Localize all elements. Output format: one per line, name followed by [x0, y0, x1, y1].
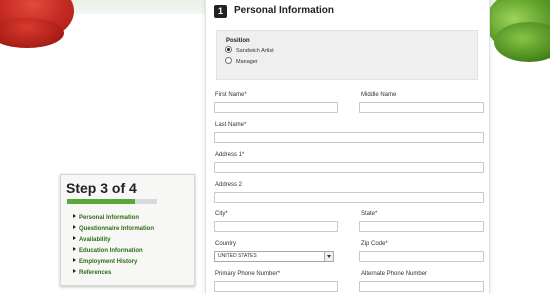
primary-phone-input[interactable]	[214, 281, 338, 292]
arrow-right-icon	[73, 225, 76, 230]
radio-button[interactable]	[225, 57, 232, 65]
position-group: Position Sandwich Artist Manager	[216, 30, 478, 80]
tomato-slice-image	[0, 18, 64, 48]
pepper-slice-image	[494, 22, 550, 62]
position-option-manager[interactable]: Manager	[225, 57, 258, 67]
step-item-questionnaire[interactable]: Questionnaire Information	[73, 224, 154, 235]
position-label: Position	[226, 38, 250, 44]
country-label: Country	[215, 241, 237, 247]
country-select[interactable]: UNITED STATES	[214, 251, 334, 262]
zip-code-label: Zip Code*	[361, 241, 388, 247]
step-list: Personal Information Questionnaire Infor…	[73, 213, 154, 279]
middle-name-input[interactable]	[359, 102, 484, 113]
form-panel: 1 Personal Information Position Sandwich…	[205, 0, 490, 294]
address1-label: Address 1*	[215, 152, 245, 158]
address1-input[interactable]	[214, 162, 484, 173]
middle-name-label: Middle Name	[361, 92, 397, 98]
arrow-right-icon	[73, 214, 76, 219]
section-number-badge: 1	[214, 5, 227, 18]
position-option-sandwich-artist[interactable]: Sandwich Artist	[225, 46, 274, 56]
radio-button-checked[interactable]	[225, 46, 232, 54]
step-progress-fill	[67, 199, 135, 204]
zip-code-input[interactable]	[359, 251, 484, 262]
step-item-references[interactable]: References	[73, 268, 154, 279]
first-name-input[interactable]	[214, 102, 338, 113]
state-input[interactable]	[359, 221, 484, 232]
step-progress-panel: Step 3 of 4 Personal Information Questio…	[60, 174, 195, 286]
city-input[interactable]	[214, 221, 338, 232]
step-item-education[interactable]: Education Information	[73, 246, 154, 257]
step-progress-bar	[67, 199, 157, 204]
arrow-right-icon	[73, 269, 76, 274]
arrow-right-icon	[73, 258, 76, 263]
first-name-label: First Name*	[215, 92, 247, 98]
step-item-availability[interactable]: Availability	[73, 235, 154, 246]
step-title: Step 3 of 4	[66, 180, 137, 196]
alternate-phone-input[interactable]	[359, 281, 484, 292]
last-name-label: Last Name*	[215, 122, 247, 128]
step-item-employment[interactable]: Employment History	[73, 257, 154, 268]
last-name-input[interactable]	[214, 132, 484, 143]
alternate-phone-label: Alternate Phone Number	[361, 271, 428, 277]
arrow-right-icon	[73, 236, 76, 241]
country-select-value: UNITED STATES	[218, 253, 257, 259]
chevron-down-icon[interactable]	[324, 252, 333, 261]
arrow-right-icon	[73, 247, 76, 252]
city-label: City*	[215, 211, 228, 217]
primary-phone-label: Primary Phone Number*	[215, 271, 281, 277]
address2-input[interactable]	[214, 192, 484, 203]
state-label: State*	[361, 211, 378, 217]
section-title: Personal Information	[234, 5, 335, 16]
address2-label: Address 2	[215, 182, 243, 188]
step-item-personal[interactable]: Personal Information	[73, 213, 154, 224]
